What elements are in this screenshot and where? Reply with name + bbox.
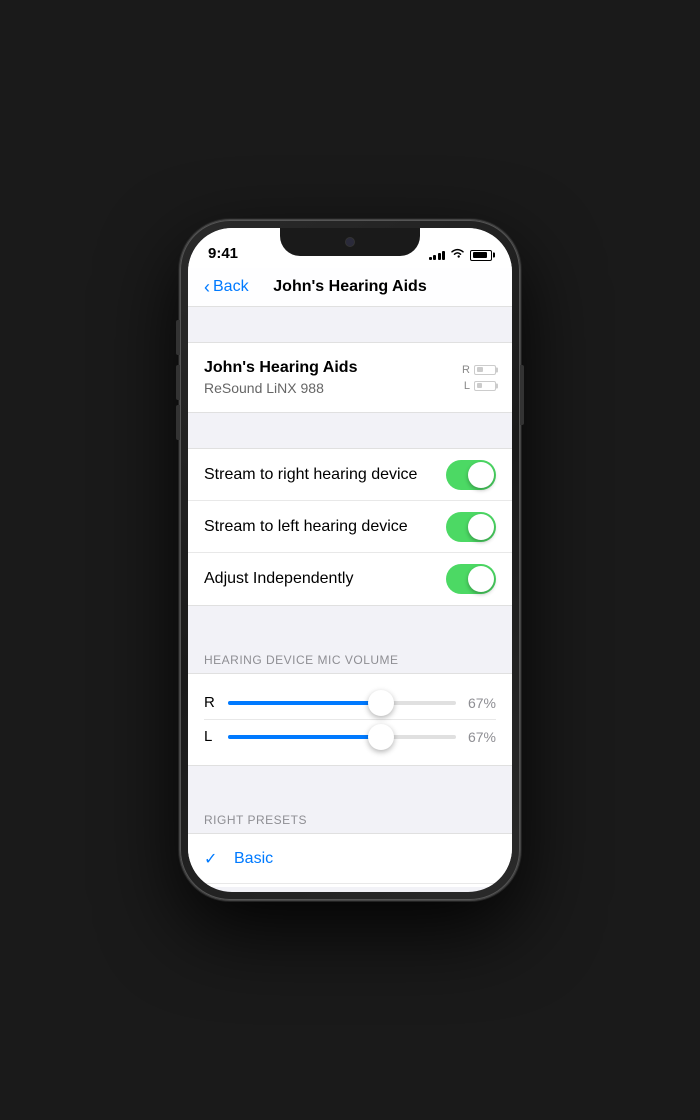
battery-indicators: R L bbox=[462, 364, 496, 392]
checkmark-icon: ✓ bbox=[204, 849, 220, 869]
presets-divider bbox=[188, 766, 512, 801]
toggle-adjust-switch[interactable] bbox=[446, 564, 496, 594]
slider-L-fill bbox=[228, 735, 381, 739]
toggle-right-knob bbox=[468, 462, 494, 488]
slider-L-value: 67% bbox=[466, 729, 496, 745]
top-divider bbox=[188, 307, 512, 342]
slider-row-R: R 67% bbox=[204, 686, 496, 719]
status-icons bbox=[429, 248, 493, 262]
device-text: John's Hearing Aids ReSound LiNX 988 bbox=[204, 359, 357, 396]
toggle-adjust-knob bbox=[468, 566, 494, 592]
preset-basic-label: Basic bbox=[234, 850, 273, 868]
slider-L-label: L bbox=[204, 728, 218, 745]
presets-card: ✓ Basic Restaurant Outdoor Party bbox=[188, 833, 512, 887]
slider-R-track[interactable] bbox=[228, 701, 456, 705]
mid-divider bbox=[188, 413, 512, 448]
camera bbox=[345, 237, 355, 247]
chevron-left-icon: ‹ bbox=[204, 278, 210, 296]
toggle-right-label: Stream to right hearing device bbox=[204, 466, 417, 484]
slider-R-fill bbox=[228, 701, 381, 705]
status-time: 9:41 bbox=[208, 245, 238, 262]
toggle-right-switch[interactable] bbox=[446, 460, 496, 490]
notch bbox=[280, 228, 420, 256]
slider-L-thumb[interactable] bbox=[368, 724, 394, 750]
slider-L-track[interactable] bbox=[228, 735, 456, 739]
toggles-card: Stream to right hearing device Stream to… bbox=[188, 448, 512, 606]
preset-row-restaurant[interactable]: Restaurant bbox=[188, 884, 512, 887]
toggle-left-label: Stream to left hearing device bbox=[204, 518, 408, 536]
battery-R-label: R bbox=[462, 364, 470, 376]
toggle-row-adjust: Adjust Independently bbox=[188, 553, 512, 605]
phone-screen: 9:41 bbox=[188, 228, 512, 892]
presets-header: RIGHT PRESETS bbox=[188, 801, 512, 833]
sliders-card: R 67% L 67% bbox=[188, 673, 512, 766]
slider-row-L: L 67% bbox=[204, 720, 496, 753]
battery-L-label: L bbox=[464, 380, 470, 392]
back-label[interactable]: Back bbox=[213, 278, 249, 296]
toggle-left-switch[interactable] bbox=[446, 512, 496, 542]
slider-divider bbox=[188, 606, 512, 641]
phone-frame: 9:41 bbox=[180, 220, 520, 900]
device-model: ReSound LiNX 988 bbox=[204, 380, 357, 396]
nav-bar: ‹ Back John's Hearing Aids bbox=[188, 268, 512, 307]
battery-bar-L bbox=[474, 381, 496, 391]
wifi-icon bbox=[450, 248, 465, 262]
signal-icon bbox=[429, 251, 446, 260]
mic-volume-header: HEARING DEVICE MIC VOLUME bbox=[188, 641, 512, 673]
battery-icon bbox=[470, 250, 492, 261]
nav-title: John's Hearing Aids bbox=[273, 278, 426, 296]
device-info-card: John's Hearing Aids ReSound LiNX 988 R L bbox=[188, 342, 512, 413]
content-area: John's Hearing Aids ReSound LiNX 988 R L bbox=[188, 307, 512, 887]
toggle-left-knob bbox=[468, 514, 494, 540]
battery-bar-R bbox=[474, 365, 496, 375]
back-button[interactable]: ‹ Back bbox=[204, 278, 249, 296]
toggle-row-right: Stream to right hearing device bbox=[188, 449, 512, 501]
slider-R-value: 67% bbox=[466, 695, 496, 711]
battery-row-R: R bbox=[462, 364, 496, 376]
slider-R-label: R bbox=[204, 694, 218, 711]
preset-row-basic[interactable]: ✓ Basic bbox=[188, 834, 512, 884]
toggle-row-left: Stream to left hearing device bbox=[188, 501, 512, 553]
battery-row-L: L bbox=[464, 380, 496, 392]
slider-R-thumb[interactable] bbox=[368, 690, 394, 716]
device-name: John's Hearing Aids bbox=[204, 359, 357, 377]
toggle-adjust-label: Adjust Independently bbox=[204, 570, 353, 588]
